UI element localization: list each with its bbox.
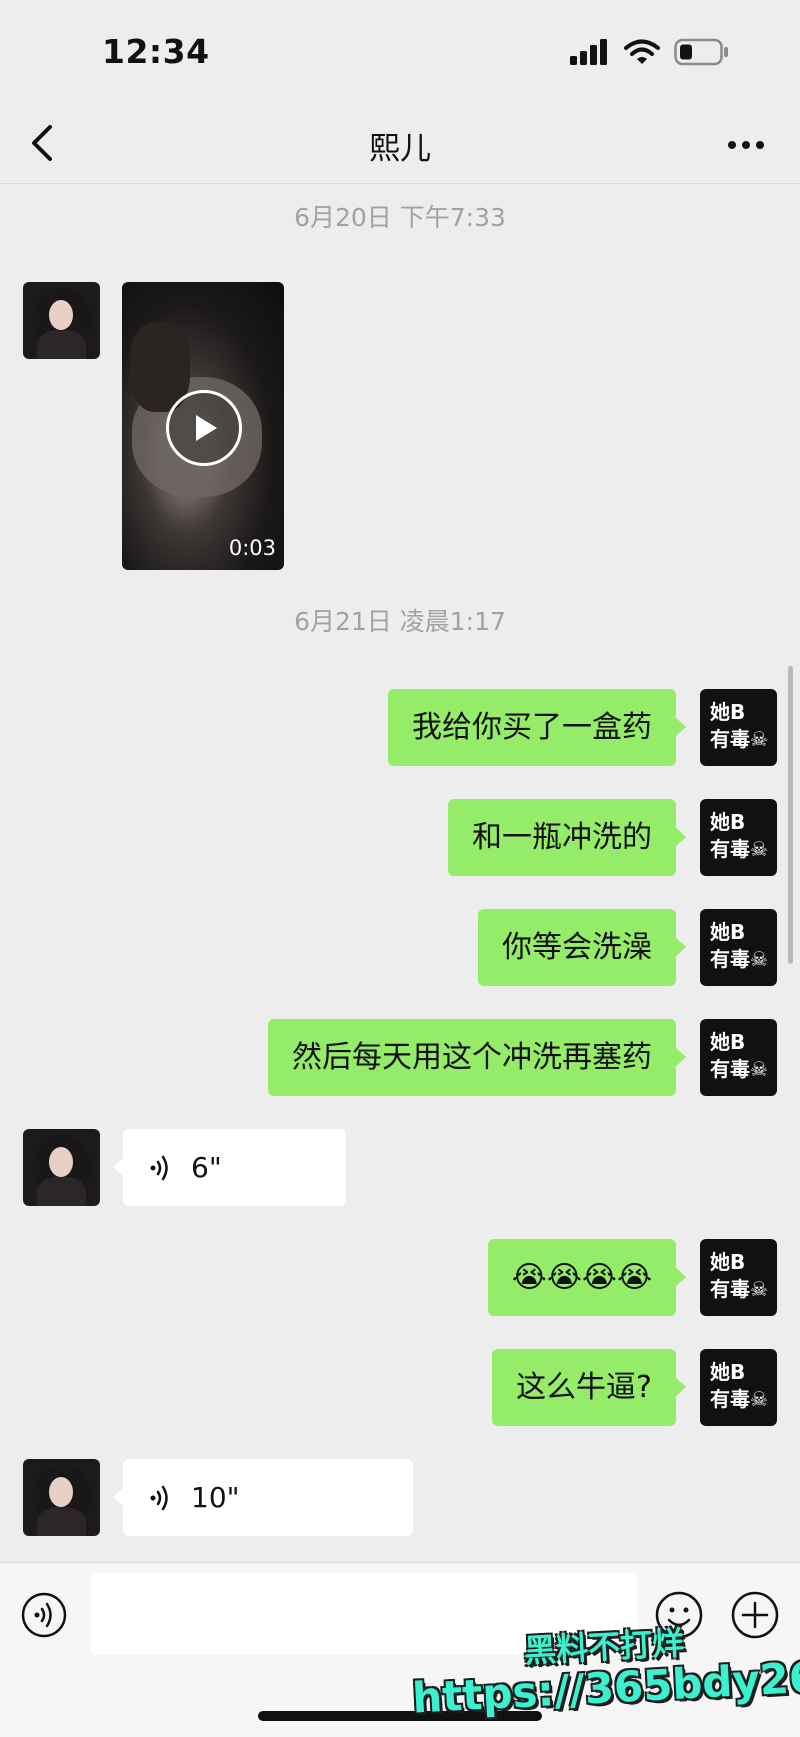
avatar[interactable]: 她B 有毒☠ — [700, 1239, 777, 1316]
status-icons — [570, 38, 730, 66]
more-icon[interactable] — [724, 123, 768, 167]
voice-input-icon[interactable] — [20, 1591, 68, 1639]
plus-icon[interactable] — [730, 1590, 780, 1640]
voice-wave-icon — [150, 1155, 168, 1181]
voice-message[interactable]: 10" — [113, 1459, 413, 1536]
avatar[interactable]: 她B 有毒☠ — [700, 689, 777, 766]
sent-message[interactable]: 😭😭😭😭 — [487, 1239, 687, 1316]
status-time: 12:34 — [102, 32, 210, 71]
status-bar: 12:34 — [0, 0, 800, 105]
contact-name: 熙儿 — [369, 131, 431, 167]
video-message[interactable]: 0:03 — [122, 282, 284, 570]
play-icon[interactable] — [166, 390, 242, 466]
voice-duration: 6" — [191, 1151, 222, 1184]
sent-message[interactable]: 然后每天用这个冲洗再塞药 — [268, 1019, 686, 1096]
sent-message[interactable]: 我给你买了一盒药 — [388, 689, 686, 766]
wifi-icon — [624, 39, 660, 64]
video-duration: 0:03 — [228, 536, 276, 560]
timestamp: 6月21日 凌晨1:17 — [294, 607, 506, 636]
sent-message[interactable]: 这么牛逼? — [492, 1349, 686, 1426]
voice-duration: 10" — [191, 1481, 240, 1514]
timestamp: 6月20日 下午7:33 — [294, 203, 506, 232]
avatar[interactable] — [23, 282, 100, 359]
signal-icon — [570, 39, 607, 65]
sent-message[interactable]: 你等会洗澡 — [478, 909, 686, 986]
nav-bar: 熙儿 — [0, 105, 800, 184]
voice-wave-icon — [150, 1485, 168, 1511]
avatar[interactable]: 她B 有毒☠ — [700, 1019, 777, 1096]
avatar[interactable] — [23, 1459, 100, 1536]
chat-history[interactable]: 6月20日 下午7:33 0:03 6月21日 凌晨1:17 我给你买了一盒药 … — [0, 184, 800, 1562]
chat-screen: 12:34 熙儿 6月20日 下午7:33 0:03 6月21日 凌晨1:17 … — [0, 0, 800, 1737]
avatar[interactable]: 她B 有毒☠ — [700, 799, 777, 876]
voice-message[interactable]: 6" — [113, 1129, 346, 1206]
avatar[interactable]: 她B 有毒☠ — [700, 909, 777, 986]
sent-message[interactable]: 和一瓶冲洗的 — [448, 799, 686, 876]
scrollbar[interactable] — [788, 666, 793, 964]
avatar[interactable]: 她B 有毒☠ — [700, 1349, 777, 1426]
avatar[interactable] — [23, 1129, 100, 1206]
battery-icon — [674, 38, 728, 66]
